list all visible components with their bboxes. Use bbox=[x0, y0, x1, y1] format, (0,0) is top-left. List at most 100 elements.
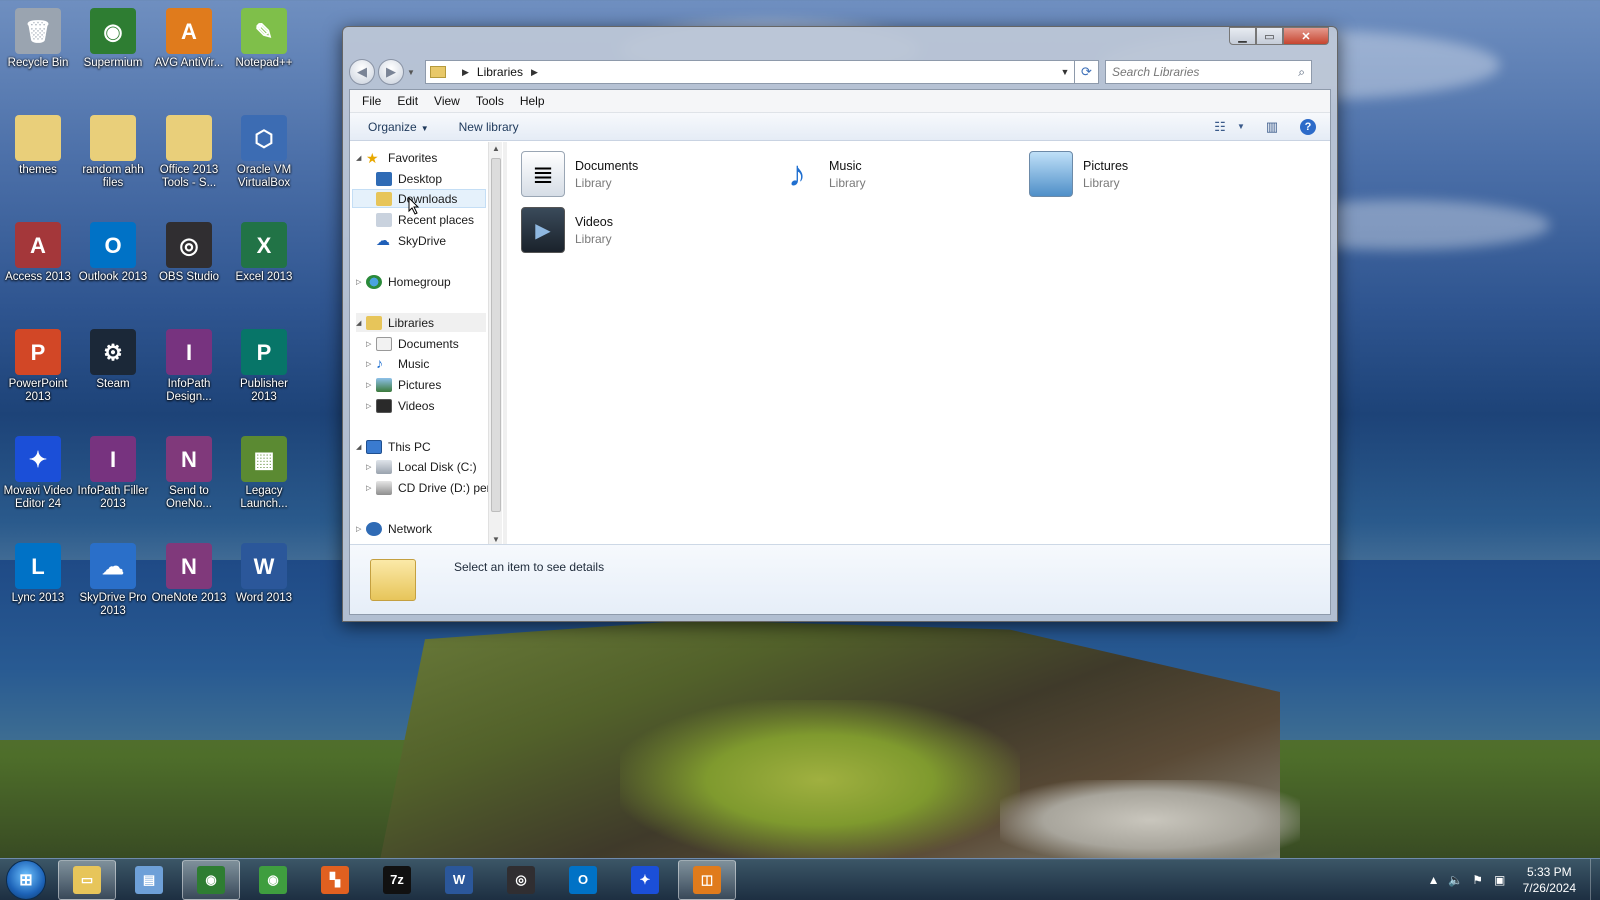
show-hidden-icons-icon[interactable]: ▲ bbox=[1423, 873, 1445, 887]
desktop-icon-excel[interactable]: X Excel 2013 bbox=[226, 222, 302, 284]
library-item-videos[interactable]: ▶ Videos Library bbox=[521, 204, 741, 256]
nav-recent-places[interactable]: Recent places bbox=[376, 210, 474, 229]
taskbar-app-obs[interactable]: ◎ bbox=[492, 860, 550, 900]
menu-view[interactable]: View bbox=[426, 94, 468, 108]
menu-help[interactable]: Help bbox=[512, 94, 553, 108]
taskbar-app-file-explorer[interactable]: ▭ bbox=[58, 859, 116, 900]
network-status-icon[interactable]: ▣ bbox=[1489, 873, 1511, 887]
nav-network[interactable]: ▷ Network bbox=[356, 519, 432, 538]
navigation-scrollbar[interactable]: ▲ ▼ bbox=[488, 142, 502, 546]
clock[interactable]: 5:33 PM 7/26/2024 bbox=[1523, 864, 1576, 896]
desktop-icon-folder[interactable]: Office 2013 Tools - S... bbox=[151, 115, 227, 190]
desktop-icon-word[interactable]: W Word 2013 bbox=[226, 543, 302, 605]
desktop-icon-lync[interactable]: L Lync 2013 bbox=[0, 543, 76, 605]
nav-homegroup[interactable]: ▷ Homegroup bbox=[356, 272, 451, 291]
library-item-documents[interactable]: ≣ Documents Library bbox=[521, 148, 741, 200]
desktop-icon-folder[interactable]: random ahh files bbox=[75, 115, 151, 190]
nav-music[interactable]: ▷ ♪ Music bbox=[366, 354, 429, 373]
change-view-icon[interactable]: ☷ bbox=[1206, 117, 1234, 137]
refresh-button[interactable]: ⟳ bbox=[1075, 60, 1099, 84]
desktop-icon-send-to-onenote[interactable]: N Send to OneNo... bbox=[151, 436, 227, 511]
search-input[interactable]: Search Libraries ⌕ bbox=[1105, 60, 1312, 84]
collapse-triangle-icon[interactable]: ◢ bbox=[356, 443, 366, 451]
scroll-up-icon[interactable]: ▲ bbox=[492, 144, 500, 153]
taskbar-app-7zip[interactable]: 7z bbox=[368, 860, 426, 900]
start-button[interactable]: ⊞ bbox=[6, 859, 46, 900]
desktop-icon-antivirus[interactable]: A AVG AntiVir... bbox=[151, 8, 227, 70]
search-icon[interactable]: ⌕ bbox=[1298, 65, 1305, 80]
nav-skydrive[interactable]: ☁ SkyDrive bbox=[376, 231, 446, 250]
desktop-icon-infopath[interactable]: I InfoPath Design... bbox=[151, 329, 227, 404]
desktop-icon-powerpoint[interactable]: P PowerPoint 2013 bbox=[0, 329, 76, 404]
close-button[interactable]: ✕ bbox=[1283, 27, 1329, 45]
preview-pane-icon[interactable]: ▥ bbox=[1258, 117, 1286, 137]
help-button[interactable]: ? bbox=[1294, 117, 1322, 137]
collapse-triangle-icon[interactable]: ◢ bbox=[356, 319, 366, 327]
taskbar-app-outlook[interactable]: O bbox=[554, 860, 612, 900]
expand-triangle-icon[interactable]: ▷ bbox=[366, 484, 376, 492]
desktop-icon-recycle-bin[interactable]: 🗑 Recycle Bin bbox=[0, 8, 76, 70]
desktop-icon-steam[interactable]: ⚙ Steam bbox=[75, 329, 151, 391]
nav-desktop[interactable]: Desktop bbox=[376, 169, 442, 188]
breadcrumb-separator-icon[interactable]: ▶ bbox=[531, 67, 538, 78]
scrollbar-thumb[interactable] bbox=[491, 158, 501, 512]
desktop-icon-infopath-filler[interactable]: I InfoPath Filler 2013 bbox=[75, 436, 151, 511]
minimize-button[interactable]: ▁ bbox=[1229, 27, 1256, 45]
expand-triangle-icon[interactable]: ▷ bbox=[356, 525, 366, 533]
nav-this-pc[interactable]: ◢ This PC bbox=[356, 437, 431, 456]
nav-local-disk[interactable]: ▷ Local Disk (C:) bbox=[366, 457, 477, 476]
action-center-flag-icon[interactable]: ⚑ bbox=[1467, 873, 1489, 887]
desktop-icon-folder[interactable]: themes bbox=[0, 115, 76, 177]
taskbar-app-explorer-window[interactable]: ◫ bbox=[678, 859, 736, 900]
expand-triangle-icon[interactable]: ▷ bbox=[366, 463, 376, 471]
taskbar-app-supermium[interactable]: ◉ bbox=[182, 859, 240, 900]
desktop-icon-minecraft[interactable]: ▦ Legacy Launch... bbox=[226, 436, 302, 511]
desktop-icon-browser[interactable]: ◉ Supermium bbox=[75, 8, 151, 70]
expand-triangle-icon[interactable]: ▷ bbox=[356, 278, 366, 286]
taskbar-app-word[interactable]: W bbox=[430, 860, 488, 900]
maximize-button[interactable]: ▭ bbox=[1256, 27, 1283, 45]
breadcrumb-separator-icon[interactable]: ▶ bbox=[462, 67, 469, 78]
desktop-icon-outlook[interactable]: O Outlook 2013 bbox=[75, 222, 151, 284]
back-button[interactable]: ◀ bbox=[349, 59, 375, 85]
scroll-down-icon[interactable]: ▼ bbox=[492, 535, 500, 544]
taskbar-app-browser[interactable]: ◉ bbox=[244, 860, 302, 900]
taskbar-app-media[interactable]: ▚ bbox=[306, 860, 364, 900]
volume-icon[interactable]: 🔈 bbox=[1445, 873, 1467, 887]
expand-triangle-icon[interactable]: ▷ bbox=[366, 340, 376, 348]
desktop-icon-notepad[interactable]: ✎ Notepad++ bbox=[226, 8, 302, 70]
menu-file[interactable]: File bbox=[354, 94, 389, 108]
address-dropdown-icon[interactable]: ▼ bbox=[1056, 67, 1074, 77]
desktop-icon-obs[interactable]: ◎ OBS Studio bbox=[151, 222, 227, 284]
expand-triangle-icon[interactable]: ▷ bbox=[366, 360, 376, 368]
desktop-icon-publisher[interactable]: P Publisher 2013 bbox=[226, 329, 302, 404]
show-desktop-button[interactable] bbox=[1590, 858, 1600, 900]
menu-edit[interactable]: Edit bbox=[389, 94, 426, 108]
desktop-icon-onenote[interactable]: N OneNote 2013 bbox=[151, 543, 227, 605]
menu-tools[interactable]: Tools bbox=[468, 94, 512, 108]
nav-favorites[interactable]: ◢ ★ Favorites bbox=[356, 148, 437, 167]
library-item-music[interactable]: ♪ Music Library bbox=[775, 148, 995, 200]
taskbar-app-movavi[interactable]: ✦ bbox=[616, 860, 674, 900]
organize-button[interactable]: Organize ▼ bbox=[362, 120, 435, 134]
library-item-pictures[interactable]: Pictures Library bbox=[1029, 148, 1249, 200]
nav-cd-drive[interactable]: ▷ CD Drive (D:) per bbox=[366, 478, 491, 497]
expand-triangle-icon[interactable]: ▷ bbox=[366, 381, 376, 389]
taskbar-app-computer[interactable]: ▤ bbox=[120, 860, 178, 900]
recent-pages-button[interactable]: ▼ bbox=[407, 68, 419, 77]
address-bar[interactable]: ▶ Libraries ▶ ▼ bbox=[425, 60, 1075, 84]
desktop-icon-skydrive-pro[interactable]: ☁ SkyDrive Pro 2013 bbox=[75, 543, 151, 618]
desktop-icon-virtualbox[interactable]: ⬡ Oracle VM VirtualBox bbox=[226, 115, 302, 190]
forward-button[interactable]: ▶ bbox=[378, 59, 404, 85]
nav-pictures[interactable]: ▷ Pictures bbox=[366, 375, 441, 394]
expand-triangle-icon[interactable]: ▷ bbox=[366, 402, 376, 410]
desktop-icon-movavi[interactable]: ✦ Movavi Video Editor 24 bbox=[0, 436, 76, 511]
collapse-triangle-icon[interactable]: ◢ bbox=[356, 154, 366, 162]
nav-documents[interactable]: ▷ Documents bbox=[366, 334, 459, 353]
new-library-button[interactable]: New library bbox=[453, 120, 525, 134]
nav-libraries[interactable]: ◢ Libraries bbox=[356, 313, 486, 332]
breadcrumb-libraries[interactable]: Libraries bbox=[477, 65, 523, 79]
nav-videos[interactable]: ▷ Videos bbox=[366, 396, 434, 415]
desktop-icon-access[interactable]: A Access 2013 bbox=[0, 222, 76, 284]
view-options-dropdown-icon[interactable]: ▼ bbox=[1234, 117, 1248, 137]
